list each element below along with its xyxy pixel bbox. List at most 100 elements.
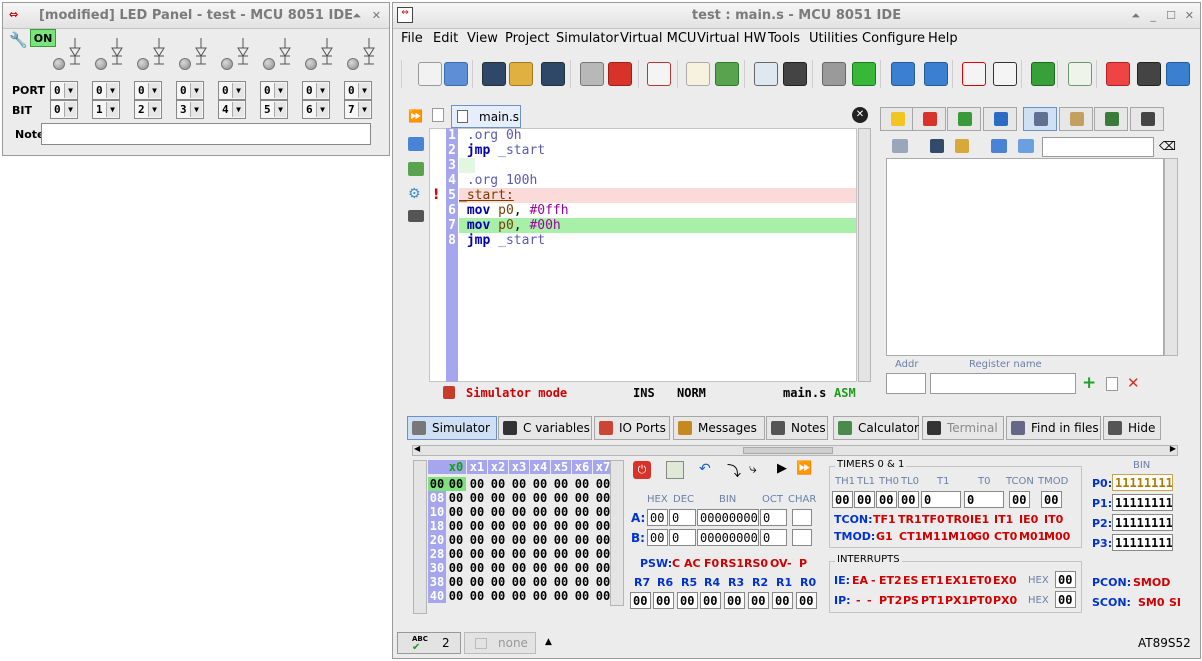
menu-edit[interactable]: Edit: [433, 31, 458, 46]
hex-cell[interactable]: 00: [530, 561, 550, 575]
bottom-tab-c-variables[interactable]: C variables: [498, 416, 592, 440]
hex-cell[interactable]: 00: [488, 561, 508, 575]
register-a-char[interactable]: [792, 509, 812, 526]
find-icon[interactable]: [754, 62, 778, 86]
code-line[interactable]: jmp _start: [459, 233, 545, 248]
psw-bit[interactable]: RS1: [720, 557, 744, 570]
hex-cell[interactable]: 00: [488, 575, 508, 589]
psw-bit[interactable]: RS0: [744, 557, 768, 570]
port-select[interactable]: 0 ▼: [92, 81, 120, 100]
code-line[interactable]: .org 0h: [459, 128, 522, 143]
hex-cell[interactable]: 00: [551, 561, 571, 575]
menu-virtual-hw[interactable]: Virtual HW: [697, 31, 766, 46]
bottom-tab-messages[interactable]: Messages: [673, 416, 765, 440]
hex-cell[interactable]: 00: [488, 533, 508, 547]
bit-select[interactable]: 4 ▼: [218, 100, 246, 119]
r-register-value[interactable]: 00: [748, 592, 769, 609]
ip-bit[interactable]: -: [867, 594, 872, 607]
abc-button[interactable]: ABC ✔ 2: [397, 632, 461, 654]
tcon-bit[interactable]: IE1: [970, 513, 989, 526]
ie-bit[interactable]: EX1: [945, 574, 969, 587]
hex-cell[interactable]: 00: [551, 533, 571, 547]
expand-up-icon[interactable]: ▲: [545, 637, 552, 647]
right-tab-favorites[interactable]: [880, 107, 914, 131]
timer-value[interactable]: 00: [854, 491, 875, 508]
hex-scrollbar[interactable]: [413, 460, 427, 614]
hex-cell[interactable]: 00: [551, 589, 571, 603]
tcon-bit[interactable]: TR0: [946, 513, 970, 526]
hex-cell[interactable]: 00: [446, 477, 466, 491]
hex-cell[interactable]: 00: [551, 505, 571, 519]
hex-cell[interactable]: 00: [530, 505, 550, 519]
right-tab-info[interactable]: [983, 107, 1017, 131]
power-off-icon[interactable]: ⏻: [633, 461, 651, 479]
bit-select[interactable]: 1 ▼: [92, 100, 120, 119]
hex-cell[interactable]: 00: [467, 561, 487, 575]
jump-icon[interactable]: [783, 62, 807, 86]
project-icon[interactable]: [408, 162, 424, 176]
new-doc-icon[interactable]: [686, 62, 710, 86]
hex-cell[interactable]: 00: [488, 491, 508, 505]
open-folder-icon[interactable]: [715, 62, 739, 86]
back-icon[interactable]: [1166, 62, 1190, 86]
hex-cell[interactable]: 00: [572, 491, 592, 505]
code-line[interactable]: mov p0, #0ffh: [459, 203, 569, 218]
wrench-icon[interactable]: 🔧: [9, 31, 28, 49]
ip-hex-value[interactable]: 00: [1055, 591, 1076, 608]
ip-bit[interactable]: PX0: [993, 594, 1017, 607]
chip-icon[interactable]: [408, 210, 424, 222]
register-a-bin[interactable]: 00000000: [697, 509, 759, 526]
hex-cell[interactable]: 00: [509, 477, 529, 491]
editor-tab-main-s[interactable]: main.s: [451, 105, 521, 128]
bottom-tab-terminal[interactable]: Terminal: [922, 416, 1004, 440]
register-b-dec[interactable]: 0: [669, 529, 696, 546]
ie-bit[interactable]: ET1: [921, 574, 944, 587]
tcon-bit[interactable]: IT1: [994, 513, 1013, 526]
reset-icon[interactable]: [666, 461, 684, 479]
menu-view[interactable]: View: [467, 31, 498, 46]
hex-cell[interactable]: 00: [446, 589, 466, 603]
hex-cell[interactable]: 00: [530, 491, 550, 505]
tcon-bit[interactable]: TR1: [898, 513, 922, 526]
ie-bit[interactable]: ET0: [969, 574, 992, 587]
hex-cell[interactable]: 00: [446, 505, 466, 519]
hex-cell[interactable]: 00: [509, 575, 529, 589]
bottom-tab-notes[interactable]: Notes: [766, 416, 828, 440]
hex-cell[interactable]: 00: [572, 589, 592, 603]
seven-seg-icon[interactable]: [962, 62, 986, 86]
r-register-value[interactable]: 00: [677, 592, 698, 609]
hex-cell[interactable]: 00: [509, 589, 529, 603]
gear-icon[interactable]: ⚙: [408, 186, 421, 202]
psw-bit[interactable]: -: [787, 557, 792, 570]
ip-bit[interactable]: PT0: [969, 594, 992, 607]
hex-cell[interactable]: 00: [551, 491, 571, 505]
hex-cell[interactable]: 00: [509, 547, 529, 561]
right-tab-objects[interactable]: [947, 107, 981, 131]
step-over-icon[interactable]: [924, 62, 948, 86]
ie-bit[interactable]: -: [871, 574, 876, 587]
register-list[interactable]: [886, 158, 1164, 356]
bottom-tab-hide[interactable]: Hide: [1103, 416, 1161, 440]
hex-cell[interactable]: 00: [467, 519, 487, 533]
port-bin-value[interactable]: 11111111: [1112, 514, 1173, 531]
right-tab-more[interactable]: [1130, 107, 1164, 131]
timer-value[interactable]: 00: [1041, 491, 1062, 508]
save-icon[interactable]: [930, 139, 944, 153]
port-bin-value[interactable]: 11111111: [1112, 494, 1173, 511]
bottom-tab-find-in-files[interactable]: Find in files: [1006, 416, 1101, 440]
open-icon[interactable]: [991, 139, 1007, 153]
hex-cell[interactable]: 00: [467, 575, 487, 589]
hex-cell[interactable]: 00: [488, 589, 508, 603]
add-register-icon[interactable]: +: [1082, 373, 1096, 393]
on-button[interactable]: ON: [30, 29, 56, 47]
tmod-bit[interactable]: G0: [973, 530, 990, 543]
right-tab-notes[interactable]: [1059, 107, 1093, 131]
hex-cell[interactable]: 00: [572, 533, 592, 547]
run-simulation-icon[interactable]: [852, 62, 876, 86]
menu-utilities[interactable]: Utilities: [809, 31, 858, 46]
register-b-oct[interactable]: 0: [760, 529, 787, 546]
hex-cell[interactable]: 00: [509, 561, 529, 575]
hex-cell[interactable]: 00: [530, 519, 550, 533]
hex-cell[interactable]: 00: [446, 533, 466, 547]
hex-vscrollbar-right[interactable]: [610, 460, 624, 606]
